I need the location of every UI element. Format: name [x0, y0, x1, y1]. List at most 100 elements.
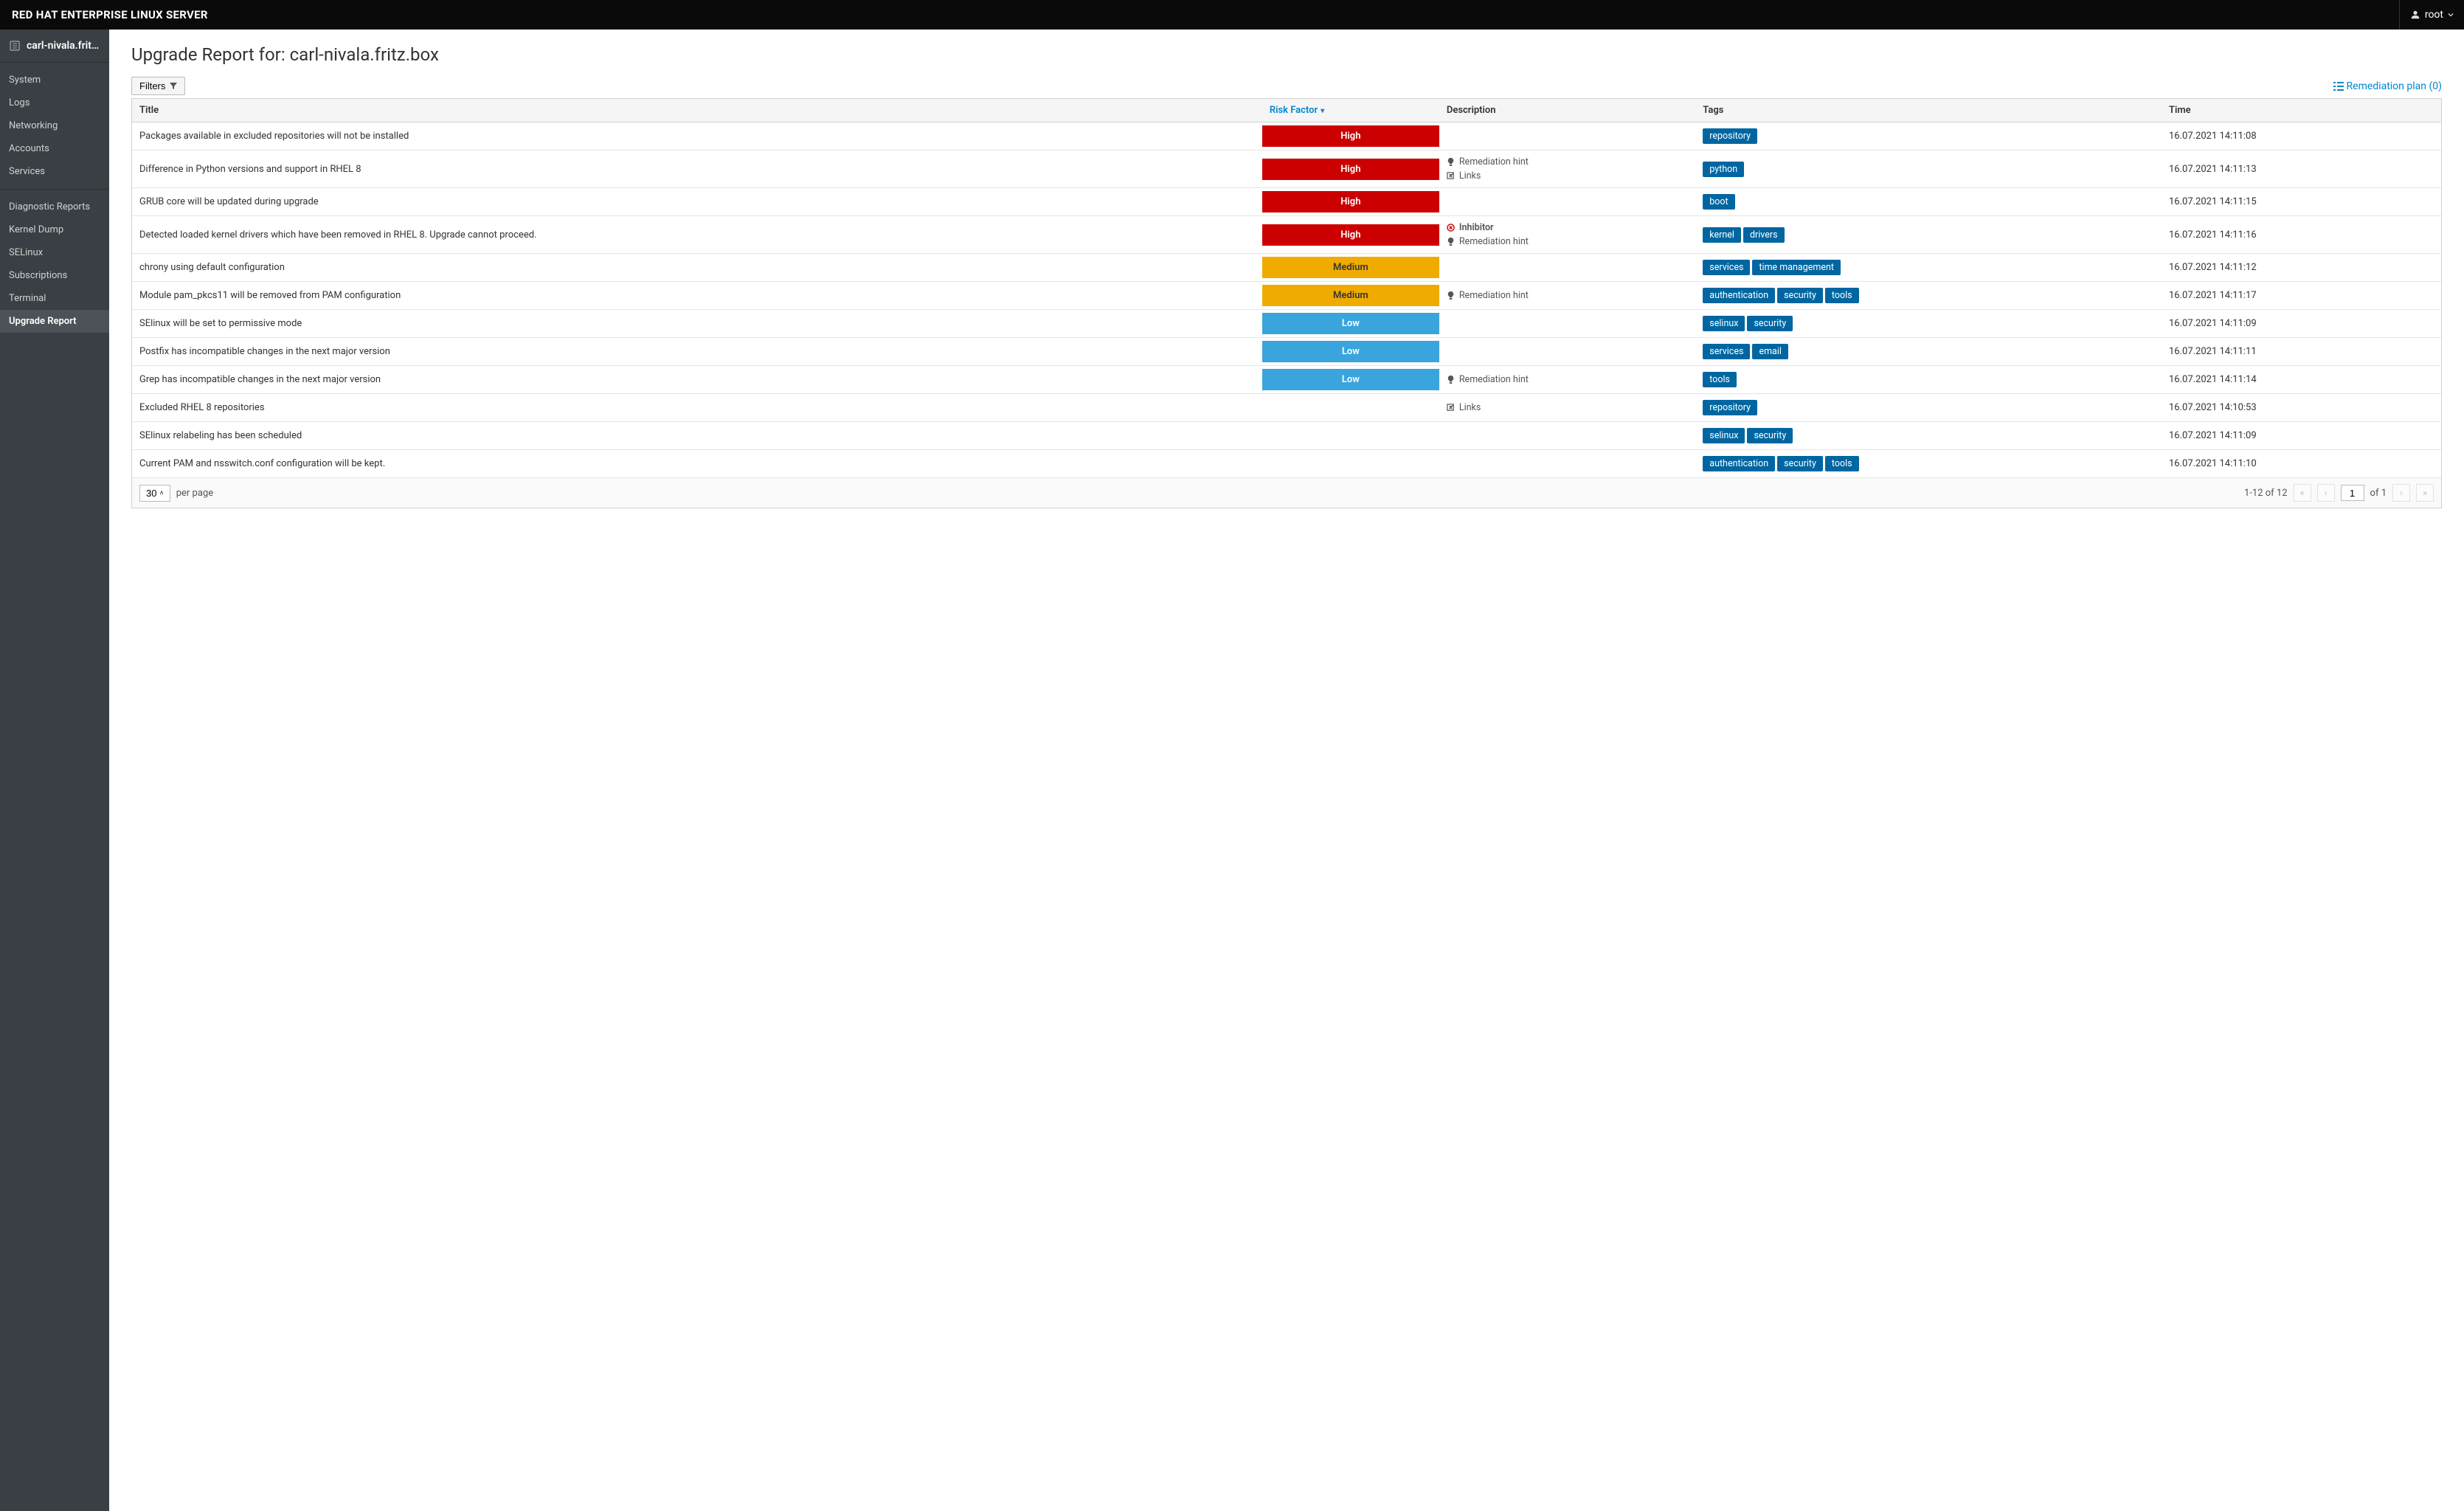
tag[interactable]: security [1747, 428, 1793, 443]
row-tags: authenticationsecuritytools [1695, 450, 2162, 478]
tag[interactable]: authentication [1703, 456, 1775, 471]
tag[interactable]: security [1777, 288, 1823, 303]
row-description [1439, 422, 1695, 450]
filters-button[interactable]: Filters [131, 77, 185, 95]
row-time: 16.07.2021 14:11:12 [2162, 254, 2441, 282]
tag[interactable]: selinux [1703, 428, 1745, 443]
tag[interactable]: security [1777, 456, 1823, 471]
row-risk: Low [1262, 310, 1439, 338]
col-tags[interactable]: Tags [1695, 99, 2162, 122]
page-number-input[interactable] [2341, 485, 2364, 501]
table-row[interactable]: Packages available in excluded repositor… [132, 122, 2441, 151]
row-description: Remediation hintLinks [1439, 151, 1695, 188]
topbar: RED HAT ENTERPRISE LINUX SERVER root [0, 0, 2464, 30]
table-row[interactable]: SElinux relabeling has been scheduled sel… [132, 422, 2441, 450]
page-next-button[interactable]: › [2392, 484, 2410, 502]
sidebar-item-logs[interactable]: Logs [0, 91, 109, 114]
hint-indicator: Remediation hint [1447, 155, 1688, 169]
row-risk: High [1262, 216, 1439, 254]
row-tags: selinuxsecurity [1695, 310, 2162, 338]
filter-icon [170, 83, 177, 90]
row-time: 16.07.2021 14:11:14 [2162, 366, 2441, 394]
row-description [1439, 122, 1695, 151]
sidebar-host[interactable]: carl-nivala.fritz.... [0, 30, 109, 63]
table-row[interactable]: Current PAM and nsswitch.conf configurat… [132, 450, 2441, 478]
hint-icon [1447, 291, 1455, 300]
row-description [1439, 254, 1695, 282]
tag[interactable]: security [1747, 316, 1793, 331]
col-description[interactable]: Description [1439, 99, 1695, 122]
row-risk: High [1262, 151, 1439, 188]
report-table: Title Risk Factor▾ Description Tags Time… [131, 98, 2442, 508]
row-title: SElinux relabeling has been scheduled [132, 422, 1262, 450]
row-risk: High [1262, 188, 1439, 216]
sidebar-item-networking[interactable]: Networking [0, 114, 109, 137]
sidebar-item-upgrade-report[interactable]: Upgrade Report [0, 310, 109, 333]
tag[interactable]: python [1703, 162, 1744, 177]
sidebar-item-selinux[interactable]: SELinux [0, 241, 109, 264]
table-row[interactable]: Postfix has incompatible changes in the … [132, 338, 2441, 366]
page-first-button[interactable]: « [2294, 484, 2311, 502]
row-tags: kerneldrivers [1695, 216, 2162, 254]
sidebar-item-system[interactable]: System [0, 69, 109, 91]
tag[interactable]: authentication [1703, 288, 1775, 303]
row-time: 16.07.2021 14:11:17 [2162, 282, 2441, 310]
links-indicator: Links [1447, 169, 1688, 183]
tag[interactable]: drivers [1743, 227, 1785, 243]
tag[interactable]: time management [1752, 260, 1841, 275]
table-row[interactable]: Grep has incompatible changes in the nex… [132, 366, 2441, 394]
sidebar-item-services[interactable]: Services [0, 160, 109, 183]
row-description [1439, 338, 1695, 366]
chevron-up-icon: ˄ [159, 489, 163, 497]
table-row[interactable]: GRUB core will be updated during upgrade… [132, 188, 2441, 216]
sidebar-item-diagnostic-reports[interactable]: Diagnostic Reports [0, 196, 109, 218]
row-time: 16.07.2021 14:11:09 [2162, 310, 2441, 338]
table-header-row: Title Risk Factor▾ Description Tags Time [132, 99, 2441, 122]
remediation-plan-link[interactable]: Remediation plan (0) [2333, 80, 2442, 92]
pagination: 1-12 of 12 « ‹ of 1 › » [2244, 484, 2434, 502]
table-footer: 30 ˄ per page 1-12 of 12 « ‹ of 1 › » [132, 478, 2441, 508]
table-row[interactable]: Detected loaded kernel drivers which hav… [132, 216, 2441, 254]
row-time: 16.07.2021 14:11:16 [2162, 216, 2441, 254]
table-row[interactable]: Excluded RHEL 8 repositoriesLinksreposit… [132, 394, 2441, 422]
tag[interactable]: email [1752, 344, 1788, 359]
row-risk [1262, 450, 1439, 478]
tag[interactable]: tools [1703, 372, 1737, 387]
sidebar-item-kernel-dump[interactable]: Kernel Dump [0, 218, 109, 241]
col-risk[interactable]: Risk Factor▾ [1262, 99, 1439, 122]
sidebar-item-terminal[interactable]: Terminal [0, 287, 109, 310]
row-tags: servicestime management [1695, 254, 2162, 282]
per-page-select[interactable]: 30 ˄ [139, 485, 170, 502]
page-last-button[interactable]: » [2416, 484, 2434, 502]
sidebar-hostname: carl-nivala.fritz.... [27, 40, 100, 52]
table-row[interactable]: Difference in Python versions and suppor… [132, 151, 2441, 188]
tag[interactable]: services [1703, 344, 1750, 359]
page-prev-button[interactable]: ‹ [2317, 484, 2335, 502]
tag[interactable]: boot [1703, 194, 1734, 210]
tag[interactable]: repository [1703, 400, 1757, 415]
tag[interactable]: tools [1825, 288, 1859, 303]
row-time: 16.07.2021 14:11:15 [2162, 188, 2441, 216]
tag[interactable]: repository [1703, 128, 1757, 144]
links-icon [1447, 404, 1455, 412]
table-row[interactable]: SElinux will be set to permissive modeLo… [132, 310, 2441, 338]
table-row[interactable]: Module pam_pkcs11 will be removed from P… [132, 282, 2441, 310]
inhibitor-indicator: Inhibitor [1447, 221, 1688, 235]
tag[interactable]: selinux [1703, 316, 1745, 331]
col-time[interactable]: Time [2162, 99, 2441, 122]
row-title: Postfix has incompatible changes in the … [132, 338, 1262, 366]
col-title[interactable]: Title [132, 99, 1262, 122]
table-row[interactable]: chrony using default configurationMedium… [132, 254, 2441, 282]
row-description [1439, 310, 1695, 338]
row-risk: Low [1262, 338, 1439, 366]
user-menu[interactable]: root [2399, 0, 2464, 30]
chevron-down-icon [2448, 12, 2454, 18]
tag[interactable]: services [1703, 260, 1750, 275]
tag[interactable]: tools [1825, 456, 1859, 471]
sidebar-item-accounts[interactable]: Accounts [0, 137, 109, 160]
row-time: 16.07.2021 14:11:10 [2162, 450, 2441, 478]
page-of-label: of 1 [2370, 488, 2387, 499]
sidebar-item-subscriptions[interactable]: Subscriptions [0, 264, 109, 287]
tag[interactable]: kernel [1703, 227, 1741, 243]
hint-icon [1447, 238, 1455, 246]
